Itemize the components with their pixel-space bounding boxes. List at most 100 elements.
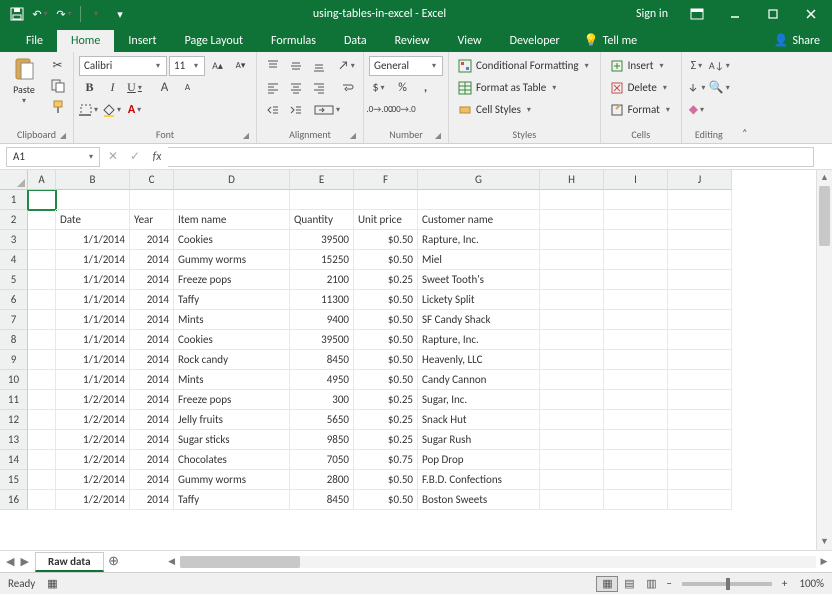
cell[interactable]: $0.25 [354,390,418,410]
cell[interactable]: $0.50 [354,490,418,510]
cell[interactable] [604,270,668,290]
cell[interactable]: Unit price [354,210,418,230]
cell[interactable]: $0.25 [354,270,418,290]
cell[interactable]: Gummy worms [174,250,290,270]
paste-dropdown[interactable]: ▾ [20,96,28,106]
cell[interactable] [668,230,732,250]
tab-review[interactable]: Review [381,30,444,52]
tell-me[interactable]: 💡Tell me [574,29,647,52]
cell[interactable]: Cookies [174,230,290,250]
tab-insert[interactable]: Insert [114,30,170,52]
cell[interactable] [28,210,56,230]
enter-formula-icon[interactable]: ✓ [124,146,146,168]
cell[interactable]: Rapture, Inc. [418,230,540,250]
maximize-button[interactable] [756,0,790,28]
cell[interactable] [28,370,56,390]
tab-data[interactable]: Data [330,30,381,52]
row-header[interactable]: 11 [0,390,28,410]
row-header[interactable]: 2 [0,210,28,230]
row-header[interactable]: 13 [0,430,28,450]
insert-cells-button[interactable]: Insert▾ [606,55,676,76]
fill-color-icon[interactable]: ▾ [102,100,123,120]
tab-file[interactable]: File [12,30,57,52]
col-header-A[interactable]: A [28,170,56,190]
cell[interactable]: Snack Hut [418,410,540,430]
cell[interactable]: Jelly fruits [174,410,290,430]
cell[interactable] [668,430,732,450]
cell[interactable] [540,450,604,470]
clipboard-launcher-icon[interactable]: ◢ [60,131,66,141]
cell[interactable]: Lickety Split [418,290,540,310]
cell[interactable] [56,190,130,210]
col-header-G[interactable]: G [418,170,540,190]
cell[interactable] [668,310,732,330]
cell[interactable] [174,190,290,210]
touch-mode-icon[interactable]: ▾ [85,3,107,25]
cell[interactable]: 1/1/2014 [56,350,130,370]
cell[interactable] [540,430,604,450]
cell[interactable]: 2014 [130,330,174,350]
decrease-font-icon[interactable]: A▾ [230,56,251,76]
cell[interactable]: Miel [418,250,540,270]
cell[interactable] [604,430,668,450]
cell[interactable]: Item name [174,210,290,230]
row-header[interactable]: 16 [0,490,28,510]
sort-filter-icon[interactable]: A↓▾ [710,56,731,76]
clear-icon[interactable]: ◆▾ [687,100,708,120]
cell[interactable] [540,210,604,230]
redo-icon[interactable]: ↷▾ [54,3,76,25]
cell[interactable]: 1/1/2014 [56,290,130,310]
row-header[interactable]: 4 [0,250,28,270]
cell[interactable] [668,390,732,410]
cell[interactable]: 1/1/2014 [56,330,130,350]
tab-page-layout[interactable]: Page Layout [171,30,257,52]
cell[interactable]: 5650 [290,410,354,430]
cell[interactable] [540,490,604,510]
cell[interactable] [354,190,418,210]
cell[interactable]: Sugar sticks [174,430,290,450]
cell[interactable]: Date [56,210,130,230]
underline-button[interactable]: U▾ [125,78,146,98]
cell[interactable]: 2014 [130,450,174,470]
cell[interactable] [604,210,668,230]
cell[interactable]: $0.50 [354,330,418,350]
close-button[interactable] [794,0,828,28]
cell[interactable] [28,250,56,270]
cell[interactable]: Boston Sweets [418,490,540,510]
cell[interactable] [604,190,668,210]
cell[interactable] [604,490,668,510]
cell[interactable]: $0.50 [354,370,418,390]
cell[interactable] [668,370,732,390]
cell[interactable]: Candy Cannon [418,370,540,390]
align-center-icon[interactable] [285,78,306,98]
cell[interactable]: 2014 [130,290,174,310]
cell[interactable]: SF Candy Shack [418,310,540,330]
cell[interactable] [28,270,56,290]
cell[interactable]: 2014 [130,490,174,510]
cell[interactable]: 2800 [290,470,354,490]
cell[interactable] [604,250,668,270]
cell[interactable]: $0.25 [354,430,418,450]
percent-icon[interactable]: % [392,78,413,98]
col-header-C[interactable]: C [130,170,174,190]
cell[interactable]: 9400 [290,310,354,330]
col-header-H[interactable]: H [540,170,604,190]
cell[interactable]: Sweet Tooth's [418,270,540,290]
cell[interactable]: $0.50 [354,290,418,310]
font-name-combo[interactable]: Calibri▾ [79,56,167,76]
cell[interactable]: 4950 [290,370,354,390]
fill-icon[interactable]: ▾ [687,78,708,98]
sheet-tab-active[interactable]: Raw data [35,552,104,572]
cell[interactable] [668,490,732,510]
number-format-combo[interactable]: General▾ [369,56,443,76]
row-header[interactable]: 9 [0,350,28,370]
row-header[interactable]: 8 [0,330,28,350]
grow-font-icon[interactable]: A [154,78,175,98]
format-as-table-button[interactable]: Format as Table▾ [454,77,595,98]
cell[interactable]: Quantity [290,210,354,230]
cell[interactable]: Freeze pops [174,390,290,410]
cell[interactable]: Sugar, Inc. [418,390,540,410]
cancel-formula-icon[interactable]: ✕ [102,146,124,168]
cell[interactable]: 2014 [130,270,174,290]
formula-input[interactable] [168,147,814,167]
